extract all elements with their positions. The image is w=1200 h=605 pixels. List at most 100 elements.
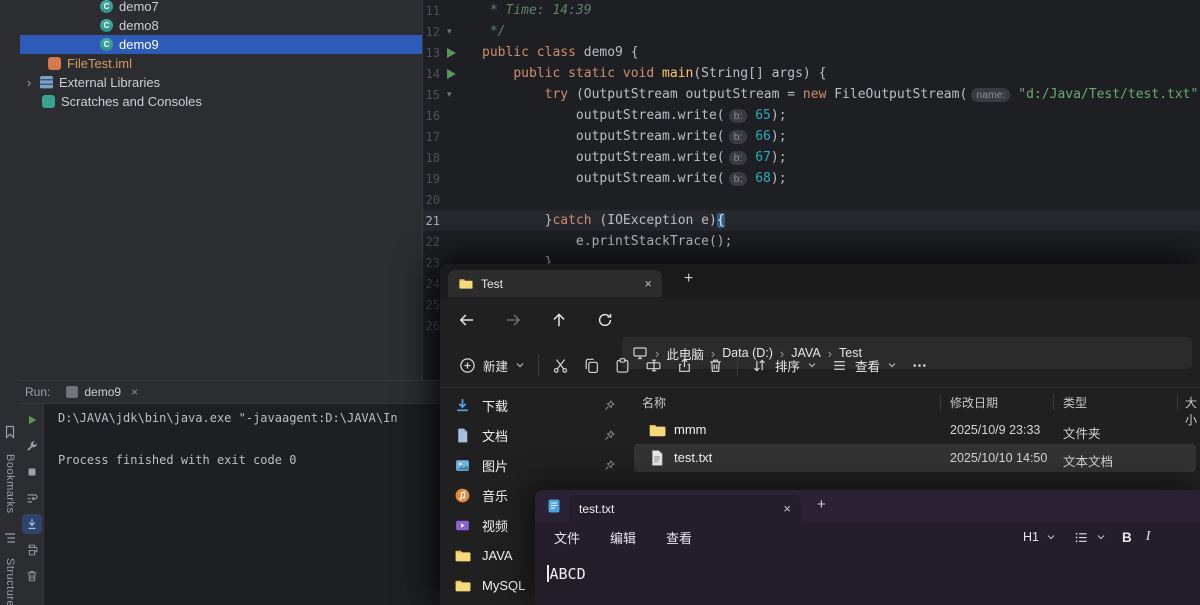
column-name[interactable]: 名称	[642, 394, 666, 411]
notepad-tab-title: test.txt	[579, 501, 615, 516]
structure-icon[interactable]	[2, 530, 18, 546]
tree-item-demo8[interactable]: Cdemo8	[20, 16, 422, 35]
notepad-menu-文件[interactable]: 文件	[539, 528, 595, 547]
editor-line-12[interactable]: 12 ▾ */	[423, 21, 1200, 42]
editor-line-15[interactable]: 15 ▾ try (OutputStream outputStream = new…	[423, 84, 1200, 105]
notepad-format-toolbar: H1 B I	[1021, 522, 1150, 552]
print-icon[interactable]	[22, 540, 42, 560]
settings-wrench-icon[interactable]	[22, 436, 42, 456]
column-type[interactable]: 类型	[1063, 394, 1087, 411]
tree-item-demo7[interactable]: Cdemo7	[20, 0, 422, 16]
line-number: 21	[425, 213, 440, 228]
code-text: outputStream.write(b: 68);	[482, 171, 787, 186]
soft-wrap-icon[interactable]	[22, 488, 42, 508]
scroll-to-end-button[interactable]	[21, 514, 42, 534]
editor-line-16[interactable]: 16 outputStream.write(b: 65);	[423, 105, 1200, 126]
clear-trash-icon[interactable]	[22, 566, 42, 586]
forward-icon[interactable]	[504, 311, 522, 329]
refresh-icon[interactable]	[596, 311, 614, 329]
heading-dropdown[interactable]: H1	[1021, 528, 1058, 546]
sidebar-item-文档[interactable]: 文档	[440, 420, 630, 450]
run-tab-label: demo9	[84, 385, 122, 399]
view-button[interactable]: 查看	[824, 350, 904, 381]
column-separator[interactable]	[940, 394, 941, 410]
file-row-mmm[interactable]: mmm 2025/10/9 23:33 文件夹	[634, 416, 1196, 444]
delete-icon[interactable]	[700, 351, 731, 380]
more-options-icon[interactable]	[904, 351, 935, 380]
class-icon: C	[100, 19, 113, 32]
notepad-tab[interactable]: test.txt ×	[569, 495, 801, 522]
file-icon	[648, 449, 666, 467]
line-number: 11	[425, 3, 440, 18]
notepad-menu-查看[interactable]: 查看	[651, 528, 707, 547]
run-console[interactable]: D:\JAVA\jdk\bin\java.exe "-javaagent:D:\…	[44, 404, 440, 605]
sidebar-item-下载[interactable]: 下载	[440, 390, 630, 420]
file-type: 文本文档	[1063, 455, 1114, 469]
editor-line-11[interactable]: 11 * Time: 14:39	[423, 0, 1200, 21]
run-tab-icon	[66, 386, 79, 398]
line-number: 12	[425, 24, 440, 39]
up-icon[interactable]	[550, 311, 568, 329]
new-tab-button[interactable]: +	[684, 270, 693, 288]
chevron-right-icon[interactable]: ›	[24, 75, 34, 90]
run-gutter-icon[interactable]	[447, 68, 456, 79]
editor-line-22[interactable]: 22 e.printStackTrace();	[423, 231, 1200, 252]
new-button[interactable]: 新建	[452, 350, 532, 381]
gutter: ▾	[440, 26, 482, 37]
tree-item-filetest-iml[interactable]: FileTest.iml	[20, 54, 422, 73]
run-gutter-icon[interactable]	[447, 47, 456, 58]
sort-button[interactable]: 排序	[744, 350, 824, 381]
tree-item-demo9[interactable]: Cdemo9	[20, 35, 422, 54]
tree-item-scratches-and-consoles[interactable]: Scratches and Consoles	[20, 92, 422, 111]
editor-line-17[interactable]: 17 outputStream.write(b: 66);	[423, 126, 1200, 147]
structure-toolwindow-label[interactable]: Structure	[0, 548, 20, 605]
bold-button[interactable]: B	[1122, 530, 1132, 545]
explorer-tab-test[interactable]: Test ×	[448, 270, 662, 297]
run-label: Run:	[25, 385, 51, 399]
share-icon[interactable]	[669, 351, 700, 380]
editor-line-19[interactable]: 19 outputStream.write(b: 68);	[423, 168, 1200, 189]
cut-icon[interactable]	[545, 351, 576, 380]
sidebar-item-label: JAVA	[482, 547, 513, 563]
back-icon[interactable]	[458, 311, 476, 329]
fold-icon[interactable]: ▾	[447, 89, 452, 100]
sidebar-item-label: MySQL	[482, 577, 526, 593]
explorer-navbar: › 此电脑 › Data (D:) › JAVA › Test	[440, 297, 1200, 369]
stop-button[interactable]	[22, 462, 42, 482]
editor-line-14[interactable]: 14 public static void main(String[] args…	[423, 63, 1200, 84]
copy-icon[interactable]	[576, 351, 607, 380]
line-number: 25	[425, 297, 440, 312]
list-dropdown[interactable]	[1072, 528, 1108, 547]
column-separator[interactable]	[1053, 394, 1054, 410]
line-number: 14	[425, 66, 440, 81]
bookmarks-toolwindow-label[interactable]: Bookmarks	[0, 442, 20, 526]
gutter	[440, 68, 482, 79]
code-text: public class demo9 {	[482, 45, 639, 60]
rerun-button[interactable]	[22, 410, 42, 430]
column-separator[interactable]	[1177, 394, 1178, 410]
new-tab-button[interactable]: +	[817, 496, 826, 513]
run-tab-demo9[interactable]: demo9 ×	[66, 385, 138, 399]
notepad-text: ABCD	[549, 565, 586, 583]
paste-icon[interactable]	[607, 351, 638, 380]
editor-line-20[interactable]: 20	[423, 189, 1200, 210]
sidebar-item-图片[interactable]: 图片	[440, 450, 630, 480]
plus-circle-icon	[459, 357, 476, 374]
editor-line-13[interactable]: 13 public class demo9 {	[423, 42, 1200, 63]
bookmark-icon[interactable]	[2, 424, 18, 440]
close-icon[interactable]: ×	[783, 501, 791, 516]
file-row-test.txt[interactable]: test.txt 2025/10/10 14:50 文本文档	[634, 444, 1196, 472]
tree-item-external-libraries[interactable]: › External Libraries	[20, 73, 422, 92]
notepad-menu-编辑[interactable]: 编辑	[595, 528, 651, 547]
fold-icon[interactable]: ▾	[447, 26, 452, 37]
gutter: ▾	[440, 89, 482, 100]
rename-icon[interactable]	[638, 351, 669, 380]
editor-line-18[interactable]: 18 outputStream.write(b: 67);	[423, 147, 1200, 168]
column-modified[interactable]: 修改日期	[950, 394, 998, 411]
notepad-editor[interactable]: ABCD	[535, 552, 1200, 605]
close-icon[interactable]: ×	[131, 385, 138, 399]
italic-button[interactable]: I	[1146, 529, 1151, 545]
close-icon[interactable]: ×	[644, 276, 652, 291]
editor-line-21[interactable]: 21 }catch (IOException e){	[423, 210, 1200, 231]
